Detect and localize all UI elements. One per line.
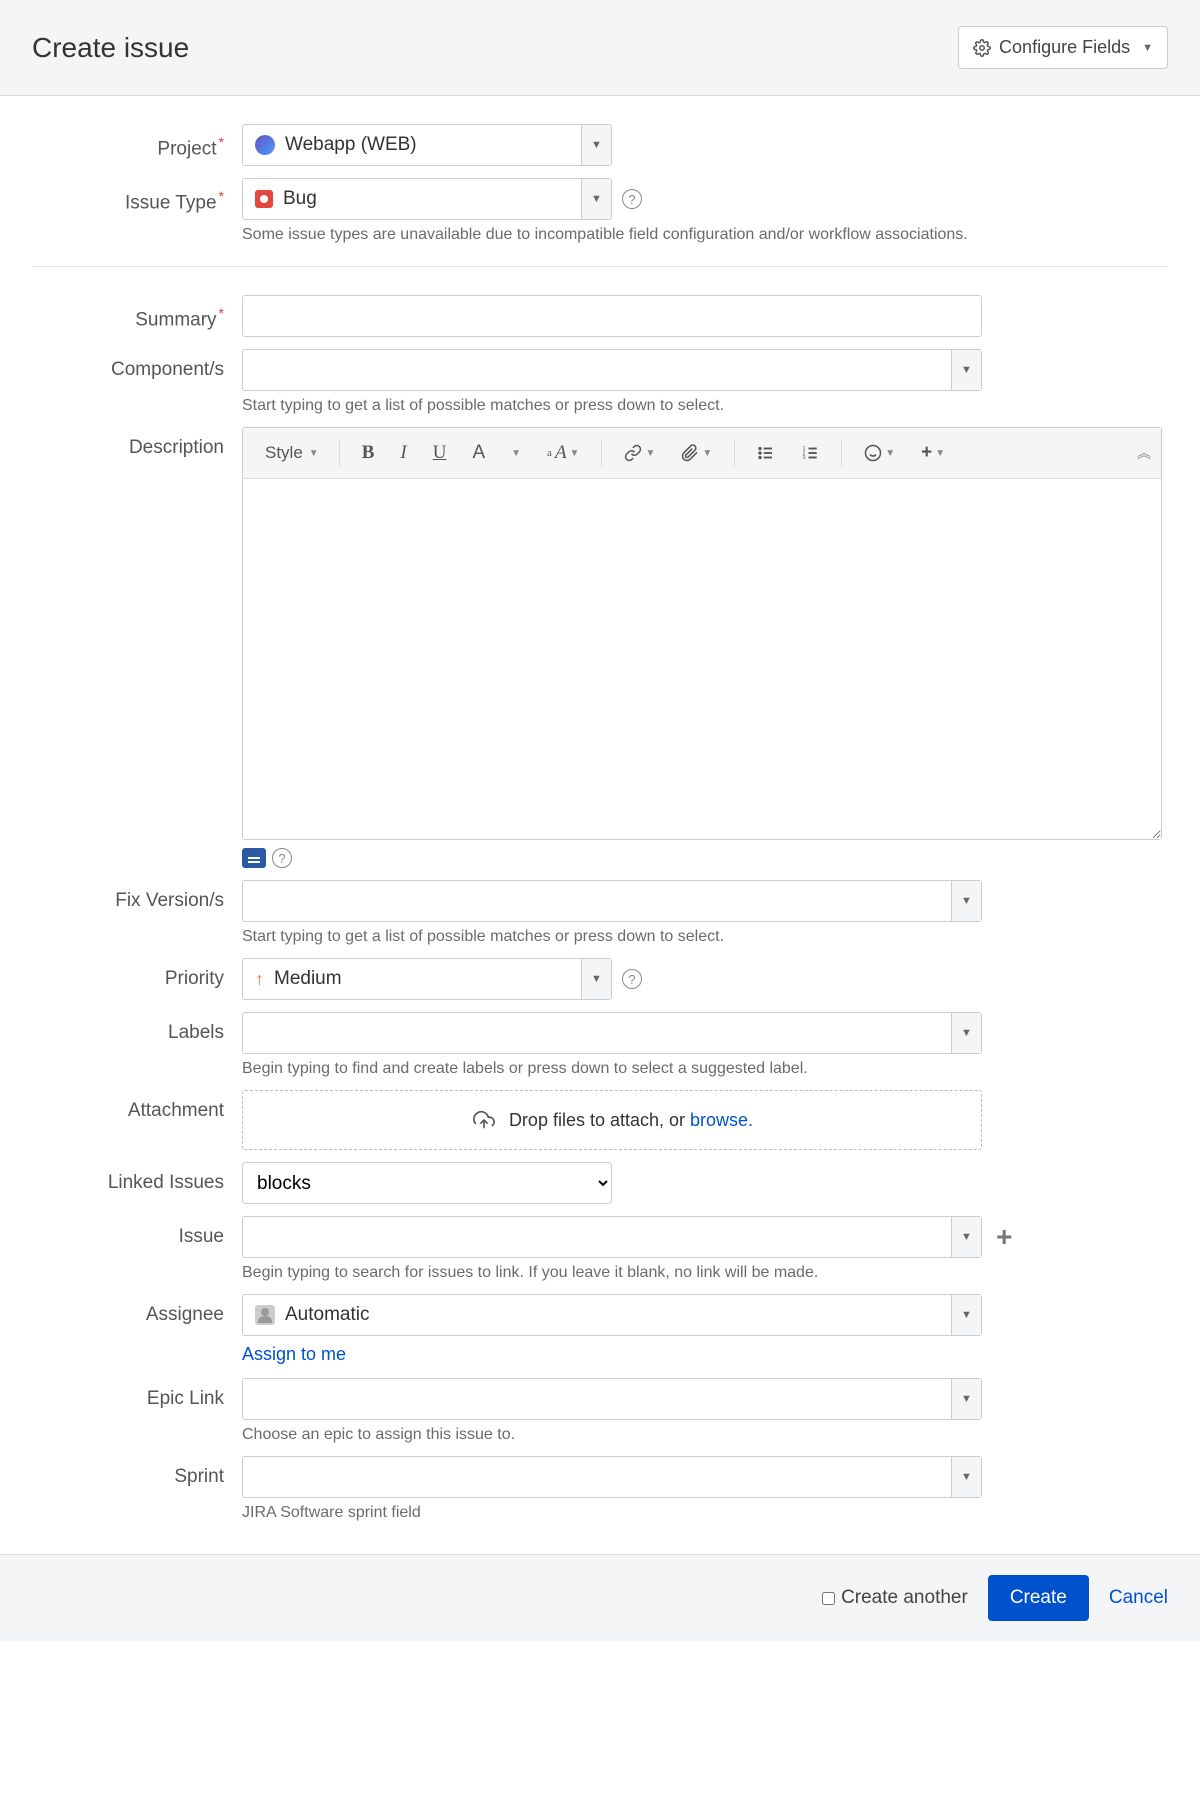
emoji-button[interactable]: ▼ <box>854 438 905 468</box>
clear-format-button[interactable]: aA ▼ <box>537 436 589 470</box>
help-icon[interactable]: ? <box>622 189 642 209</box>
description-editor: Style ▼ B I U A ▼ aA ▼ ▼ <box>242 427 1162 840</box>
divider <box>32 266 1168 267</box>
fix-versions-label: Fix Version/s <box>32 880 242 912</box>
sprint-label: Sprint <box>32 1456 242 1488</box>
cloud-upload-icon <box>471 1109 497 1131</box>
attachment-label: Attachment <box>32 1090 242 1122</box>
project-avatar-icon <box>255 135 275 155</box>
chevron-down-icon[interactable]: ▼ <box>581 179 611 219</box>
linked-issues-select[interactable]: blocks <box>242 1162 612 1204</box>
chevron-down-icon: ▼ <box>1142 42 1153 54</box>
issue-type-select[interactable]: Bug ▼ <box>242 178 612 220</box>
chevron-down-icon[interactable]: ▼ <box>951 1295 981 1335</box>
add-issue-button[interactable]: + <box>996 1221 1012 1253</box>
bold-button[interactable]: B <box>352 436 385 470</box>
insert-more-button[interactable]: + ▼ <box>911 436 955 470</box>
summary-input[interactable] <box>242 295 982 337</box>
chevron-down-icon[interactable]: ▼ <box>581 125 611 165</box>
dialog-header: Create issue Configure Fields ▼ <box>0 0 1200 96</box>
sprint-hint: JIRA Software sprint field <box>242 1504 1168 1522</box>
linked-issues-label: Linked Issues <box>32 1162 242 1194</box>
chevron-down-icon[interactable]: ▼ <box>951 1013 981 1053</box>
visual-mode-icon[interactable] <box>242 848 266 868</box>
chevron-down-icon[interactable]: ▼ <box>951 1379 981 1419</box>
help-icon[interactable]: ? <box>622 969 642 989</box>
bullet-list-button[interactable] <box>747 438 785 468</box>
chevron-down-icon[interactable]: ▼ <box>581 959 611 999</box>
chevron-down-icon[interactable]: ▼ <box>951 1217 981 1257</box>
configure-fields-button[interactable]: Configure Fields ▼ <box>958 26 1168 69</box>
attachment-button[interactable]: ▼ <box>671 438 722 468</box>
description-label: Description <box>32 427 242 459</box>
italic-button[interactable]: I <box>390 436 416 470</box>
bug-icon <box>255 190 273 208</box>
create-another-checkbox[interactable] <box>822 1592 835 1605</box>
browse-link[interactable]: browse. <box>690 1110 753 1130</box>
fix-versions-hint: Start typing to get a list of possible m… <box>242 928 1168 946</box>
collapse-icon[interactable]: ︽ <box>1137 443 1147 463</box>
attachment-dropzone[interactable]: Drop files to attach, or browse. <box>242 1090 982 1150</box>
issue-select[interactable]: ▼ <box>242 1216 982 1258</box>
components-label: Component/s <box>32 349 242 381</box>
link-button[interactable]: ▼ <box>614 438 665 468</box>
text-color-more[interactable]: ▼ <box>501 442 531 465</box>
dialog-footer: Create another Create Cancel <box>0 1554 1200 1641</box>
epic-link-label: Epic Link <box>32 1378 242 1410</box>
project-label: Project* <box>32 124 242 160</box>
priority-arrow-icon: ↑ <box>255 969 264 990</box>
gear-icon <box>973 39 991 57</box>
style-dropdown[interactable]: Style ▼ <box>257 439 327 467</box>
labels-select[interactable]: ▼ <box>242 1012 982 1054</box>
components-hint: Start typing to get a list of possible m… <box>242 397 1168 415</box>
assignee-label: Assignee <box>32 1294 242 1326</box>
assign-to-me-link[interactable]: Assign to me <box>242 1344 346 1365</box>
components-select[interactable]: ▼ <box>242 349 982 391</box>
issue-hint: Begin typing to search for issues to lin… <box>242 1264 1168 1282</box>
create-button[interactable]: Create <box>988 1575 1089 1621</box>
cancel-button[interactable]: Cancel <box>1109 1587 1168 1609</box>
text-color-button[interactable]: A <box>462 436 495 470</box>
numbered-list-button[interactable]: 123 <box>791 438 829 468</box>
chevron-down-icon[interactable]: ▼ <box>951 881 981 921</box>
create-another-checkbox-label[interactable]: Create another <box>822 1587 968 1609</box>
project-select[interactable]: Webapp (WEB) ▼ <box>242 124 612 166</box>
epic-link-hint: Choose an epic to assign this issue to. <box>242 1426 1168 1444</box>
svg-text:3: 3 <box>803 455 806 461</box>
issue-label: Issue <box>32 1216 242 1248</box>
underline-button[interactable]: U <box>423 436 457 470</box>
user-avatar-icon <box>255 1305 275 1325</box>
issue-type-label: Issue Type* <box>32 178 242 214</box>
dialog-title: Create issue <box>32 32 189 64</box>
epic-link-select[interactable]: ▼ <box>242 1378 982 1420</box>
fix-versions-select[interactable]: ▼ <box>242 880 982 922</box>
issue-type-hint: Some issue types are unavailable due to … <box>242 226 1168 244</box>
help-icon[interactable]: ? <box>272 848 292 868</box>
summary-label: Summary* <box>32 295 242 331</box>
chevron-down-icon[interactable]: ▼ <box>951 350 981 390</box>
labels-hint: Begin typing to find and create labels o… <box>242 1060 1168 1078</box>
chevron-down-icon[interactable]: ▼ <box>951 1457 981 1497</box>
assignee-select[interactable]: Automatic ▼ <box>242 1294 982 1336</box>
labels-label: Labels <box>32 1012 242 1044</box>
description-textarea[interactable] <box>243 479 1161 839</box>
editor-toolbar: Style ▼ B I U A ▼ aA ▼ ▼ <box>243 428 1161 479</box>
priority-label: Priority <box>32 958 242 990</box>
priority-select[interactable]: ↑ Medium ▼ <box>242 958 612 1000</box>
sprint-select[interactable]: ▼ <box>242 1456 982 1498</box>
